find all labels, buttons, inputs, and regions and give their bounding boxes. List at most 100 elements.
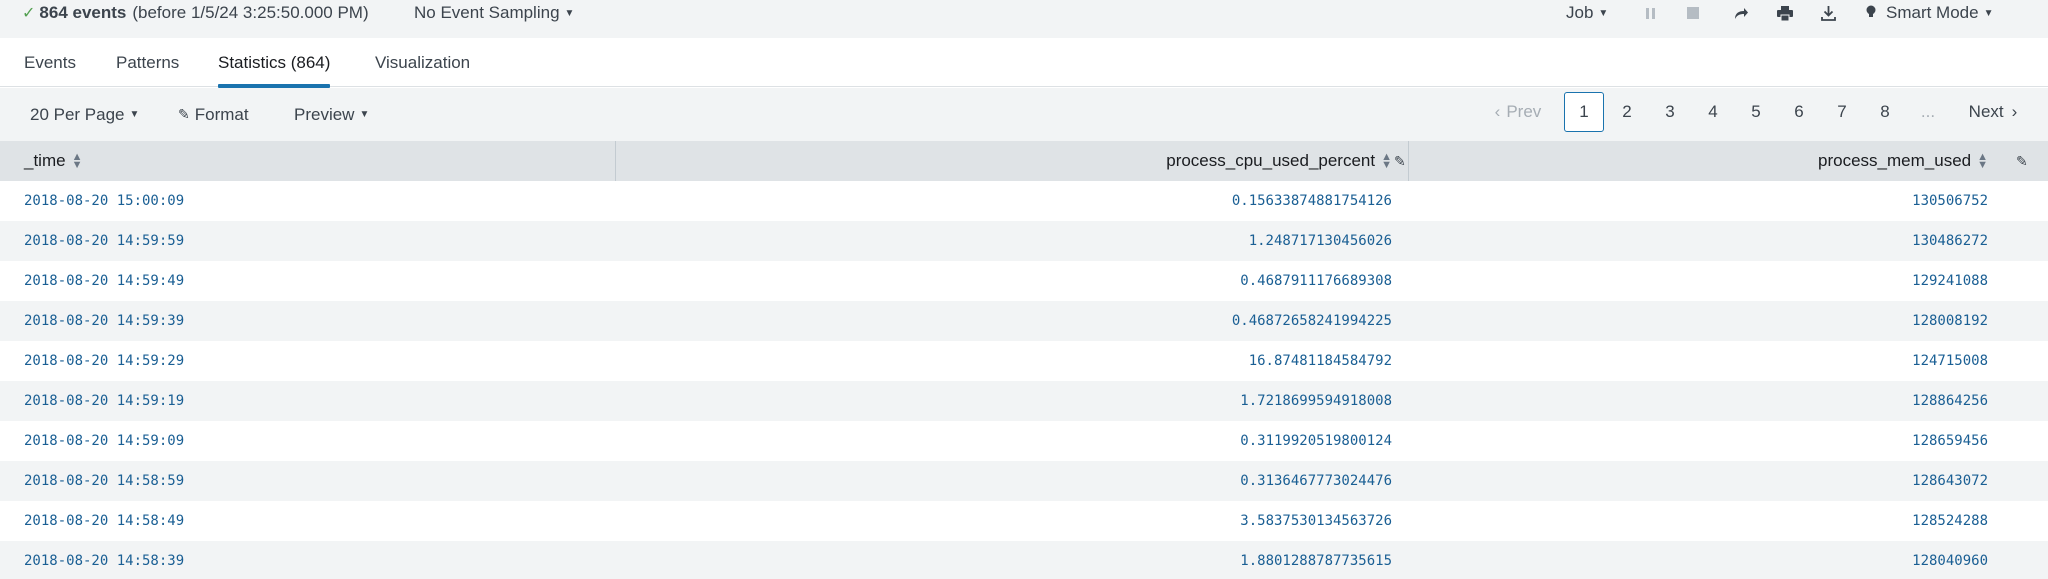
print-icon[interactable]: [1774, 2, 1796, 24]
column-edit-cpu[interactable]: ✎: [1378, 141, 1406, 181]
caret-down-icon: ▼: [564, 7, 575, 19]
job-menu-label: Job: [1566, 3, 1594, 22]
event-sampling-label: No Event Sampling: [414, 3, 560, 22]
cell-mem[interactable]: 128008192: [1912, 301, 1988, 341]
cell-cpu[interactable]: 0.3119920519800124: [1240, 421, 1392, 461]
tab-events[interactable]: Events: [24, 38, 76, 87]
pencil-icon[interactable]: ✎: [1394, 153, 1406, 170]
cell-mem[interactable]: 130486272: [1912, 221, 1988, 261]
cell-cpu[interactable]: 1.7218699594918008: [1240, 381, 1392, 421]
sort-icon[interactable]: ▲ ▼: [72, 152, 83, 171]
cell-cpu[interactable]: 1.8801288787735615: [1240, 541, 1392, 579]
cell-cpu[interactable]: 0.3136467773024476: [1240, 461, 1392, 501]
cell-mem[interactable]: 128659456: [1912, 421, 1988, 461]
cell-cpu[interactable]: 1.248717130456026: [1249, 221, 1392, 261]
cell-time[interactable]: 2018-08-20 14:58:49: [24, 501, 184, 541]
search-mode-label: Smart Mode: [1886, 3, 1979, 22]
cell-time[interactable]: 2018-08-20 14:58:39: [24, 541, 184, 579]
prev-page-label: Prev: [1506, 102, 1542, 121]
cell-time[interactable]: 2018-08-20 14:59:09: [24, 421, 184, 461]
page-button-5[interactable]: 5: [1736, 92, 1776, 132]
cell-time[interactable]: 2018-08-20 14:59:19: [24, 381, 184, 421]
cell-mem[interactable]: 130506752: [1912, 181, 1988, 221]
table-row: 2018-08-20 14:58:49 3.5837530134563726 1…: [0, 501, 2048, 541]
table-row: 2018-08-20 14:58:59 0.3136467773024476 1…: [0, 461, 2048, 501]
cell-time[interactable]: 2018-08-20 15:00:09: [24, 181, 184, 221]
cell-mem[interactable]: 124715008: [1912, 341, 1988, 381]
bulb-icon: [1866, 5, 1876, 22]
caret-down-icon: ▼: [129, 109, 140, 120]
tab-visualization[interactable]: Visualization: [375, 38, 470, 87]
column-header-label: process_cpu_used_percent: [1166, 151, 1376, 170]
share-icon[interactable]: [1730, 2, 1752, 24]
page-button-2[interactable]: 2: [1607, 92, 1647, 132]
column-resize-handle[interactable]: [615, 141, 616, 181]
cell-mem[interactable]: 129241088: [1912, 261, 1988, 301]
cell-time[interactable]: 2018-08-20 14:59:29: [24, 341, 184, 381]
table-row: 2018-08-20 14:59:49 0.4687911176689308 1…: [0, 261, 2048, 301]
page-button-1[interactable]: 1: [1564, 92, 1604, 132]
tab-patterns[interactable]: Patterns: [116, 38, 179, 87]
cell-cpu[interactable]: 0.46872658241994225: [1232, 301, 1392, 341]
cell-cpu[interactable]: 0.4687911176689308: [1240, 261, 1392, 301]
search-mode-dropdown[interactable]: Smart Mode ▼: [1866, 2, 1994, 24]
format-button[interactable]: ✎ Format: [178, 88, 249, 141]
table-row: 2018-08-20 14:59:29 16.87481184584792 12…: [0, 341, 2048, 381]
column-header-cpu[interactable]: process_cpu_used_percent ▲ ▼: [1166, 141, 1392, 181]
job-status-bar: ✓ 864 events (before 1/5/24 3:25:50.000 …: [0, 0, 2048, 38]
page-button-8[interactable]: 8: [1865, 92, 1905, 132]
cell-mem[interactable]: 128040960: [1912, 541, 1988, 579]
pagination-ellipsis: ...: [1920, 102, 1936, 121]
cell-time[interactable]: 2018-08-20 14:59:39: [24, 301, 184, 341]
preview-label: Preview: [294, 104, 355, 124]
column-header-time[interactable]: _time ▲ ▼: [24, 141, 82, 181]
table-row: 2018-08-20 15:00:09 0.15633874881754126 …: [0, 181, 2048, 221]
column-header-label: process_mem_used: [1818, 151, 1972, 170]
chevron-right-icon: ›: [2011, 102, 2018, 121]
page-button-4[interactable]: 4: [1693, 92, 1733, 132]
column-edit-mem[interactable]: ✎: [2000, 141, 2028, 181]
export-icon[interactable]: [1817, 2, 1839, 24]
preview-dropdown[interactable]: Preview ▼: [294, 88, 369, 141]
caret-down-icon: ▼: [359, 109, 370, 120]
checkmark-icon: ✓: [22, 5, 36, 22]
events-time-range: (before 1/5/24 3:25:50.000 PM): [132, 3, 369, 22]
table-row: 2018-08-20 14:59:39 0.46872658241994225 …: [0, 301, 2048, 341]
next-page-button[interactable]: Next ›: [1960, 92, 2026, 132]
tab-statistics[interactable]: Statistics (864): [218, 38, 331, 88]
stop-icon[interactable]: [1682, 2, 1704, 24]
pencil-icon[interactable]: ✎: [2016, 153, 2028, 170]
next-page-label: Next: [1968, 102, 2004, 121]
per-page-dropdown[interactable]: 20 Per Page ▼: [30, 88, 139, 141]
event-sampling-dropdown[interactable]: No Event Sampling ▼: [414, 2, 574, 24]
cell-mem[interactable]: 128524288: [1912, 501, 1988, 541]
cell-mem[interactable]: 128643072: [1912, 461, 1988, 501]
page-button-3[interactable]: 3: [1650, 92, 1690, 132]
page-button-7[interactable]: 7: [1822, 92, 1862, 132]
pencil-icon: ✎: [178, 106, 190, 122]
column-header-label: _time: [24, 151, 66, 170]
column-resize-handle[interactable]: [1408, 141, 1409, 181]
events-count: 864 events: [39, 3, 127, 22]
cell-time[interactable]: 2018-08-20 14:59:59: [24, 221, 184, 261]
chevron-left-icon: ‹: [1494, 102, 1501, 121]
cell-cpu[interactable]: 16.87481184584792: [1249, 341, 1392, 381]
cell-time[interactable]: 2018-08-20 14:59:49: [24, 261, 184, 301]
table-row: 2018-08-20 14:59:09 0.3119920519800124 1…: [0, 421, 2048, 461]
format-label: Format: [194, 104, 249, 124]
sort-icon[interactable]: ▲ ▼: [1977, 152, 1988, 171]
pause-icon[interactable]: [1640, 2, 1662, 24]
cell-time[interactable]: 2018-08-20 14:58:59: [24, 461, 184, 501]
cell-mem[interactable]: 128864256: [1912, 381, 1988, 421]
table-row: 2018-08-20 14:59:19 1.7218699594918008 1…: [0, 381, 2048, 421]
column-header-mem[interactable]: process_mem_used ▲ ▼: [1818, 141, 1988, 181]
event-summary: ✓ 864 events (before 1/5/24 3:25:50.000 …: [22, 2, 369, 24]
prev-page-button[interactable]: ‹ Prev: [1488, 92, 1548, 132]
cell-cpu[interactable]: 3.5837530134563726: [1240, 501, 1392, 541]
job-menu-button[interactable]: Job ▼: [1566, 2, 1608, 24]
per-page-label: 20 Per Page: [30, 104, 125, 124]
cell-cpu[interactable]: 0.15633874881754126: [1232, 181, 1392, 221]
caret-down-icon: ▼: [1598, 7, 1609, 19]
table-header: _time ▲ ▼ process_cpu_used_percent ▲ ▼ ✎ p…: [0, 141, 2048, 181]
page-button-6[interactable]: 6: [1779, 92, 1819, 132]
